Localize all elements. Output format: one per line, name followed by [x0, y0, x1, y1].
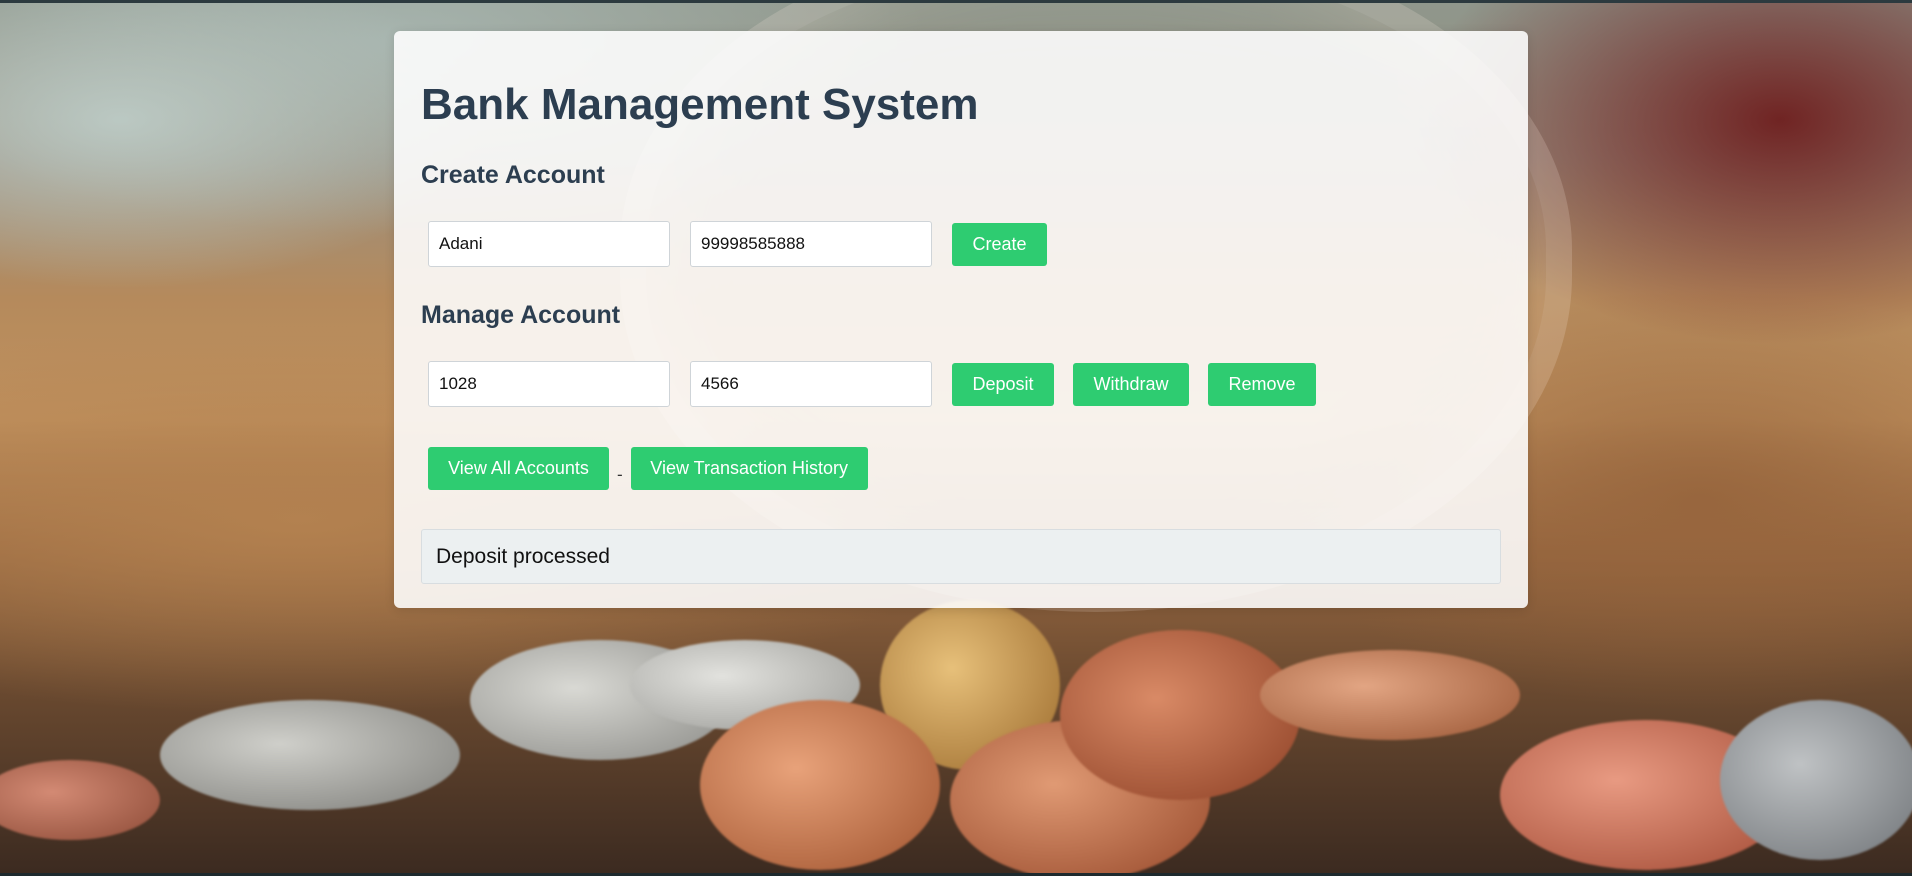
create-account-form: Create: [421, 221, 1501, 267]
deposit-button[interactable]: Deposit: [952, 362, 1054, 406]
coin-graphic: [0, 760, 160, 840]
status-message: Deposit processed: [421, 529, 1501, 584]
account-number-input[interactable]: [428, 361, 670, 407]
manage-account-form: Deposit Withdraw Remove: [421, 361, 1501, 407]
amount-input[interactable]: [690, 361, 932, 407]
account-name-input[interactable]: [428, 221, 670, 267]
account-phone-input[interactable]: [690, 221, 932, 267]
button-separator: -: [617, 465, 623, 484]
remove-button[interactable]: Remove: [1208, 362, 1316, 406]
manage-account-heading: Manage Account: [421, 301, 621, 329]
withdraw-button[interactable]: Withdraw: [1073, 362, 1189, 406]
view-transaction-history-button[interactable]: View Transaction History: [630, 446, 868, 490]
view-actions: View All Accounts - View Transaction His…: [421, 445, 1501, 491]
coin-graphic: [160, 700, 460, 810]
top-border: [0, 0, 1912, 3]
coin-graphic: [1260, 650, 1520, 740]
create-button[interactable]: Create: [952, 222, 1047, 266]
coin-graphic: [1060, 630, 1300, 800]
page-title: Bank Management System: [421, 80, 979, 129]
coin-graphic: [1720, 700, 1912, 860]
view-all-accounts-button[interactable]: View All Accounts: [428, 446, 609, 490]
coin-graphic: [700, 700, 940, 870]
create-account-heading: Create Account: [421, 161, 605, 189]
main-card: Bank Management System Create Account Cr…: [394, 31, 1528, 608]
